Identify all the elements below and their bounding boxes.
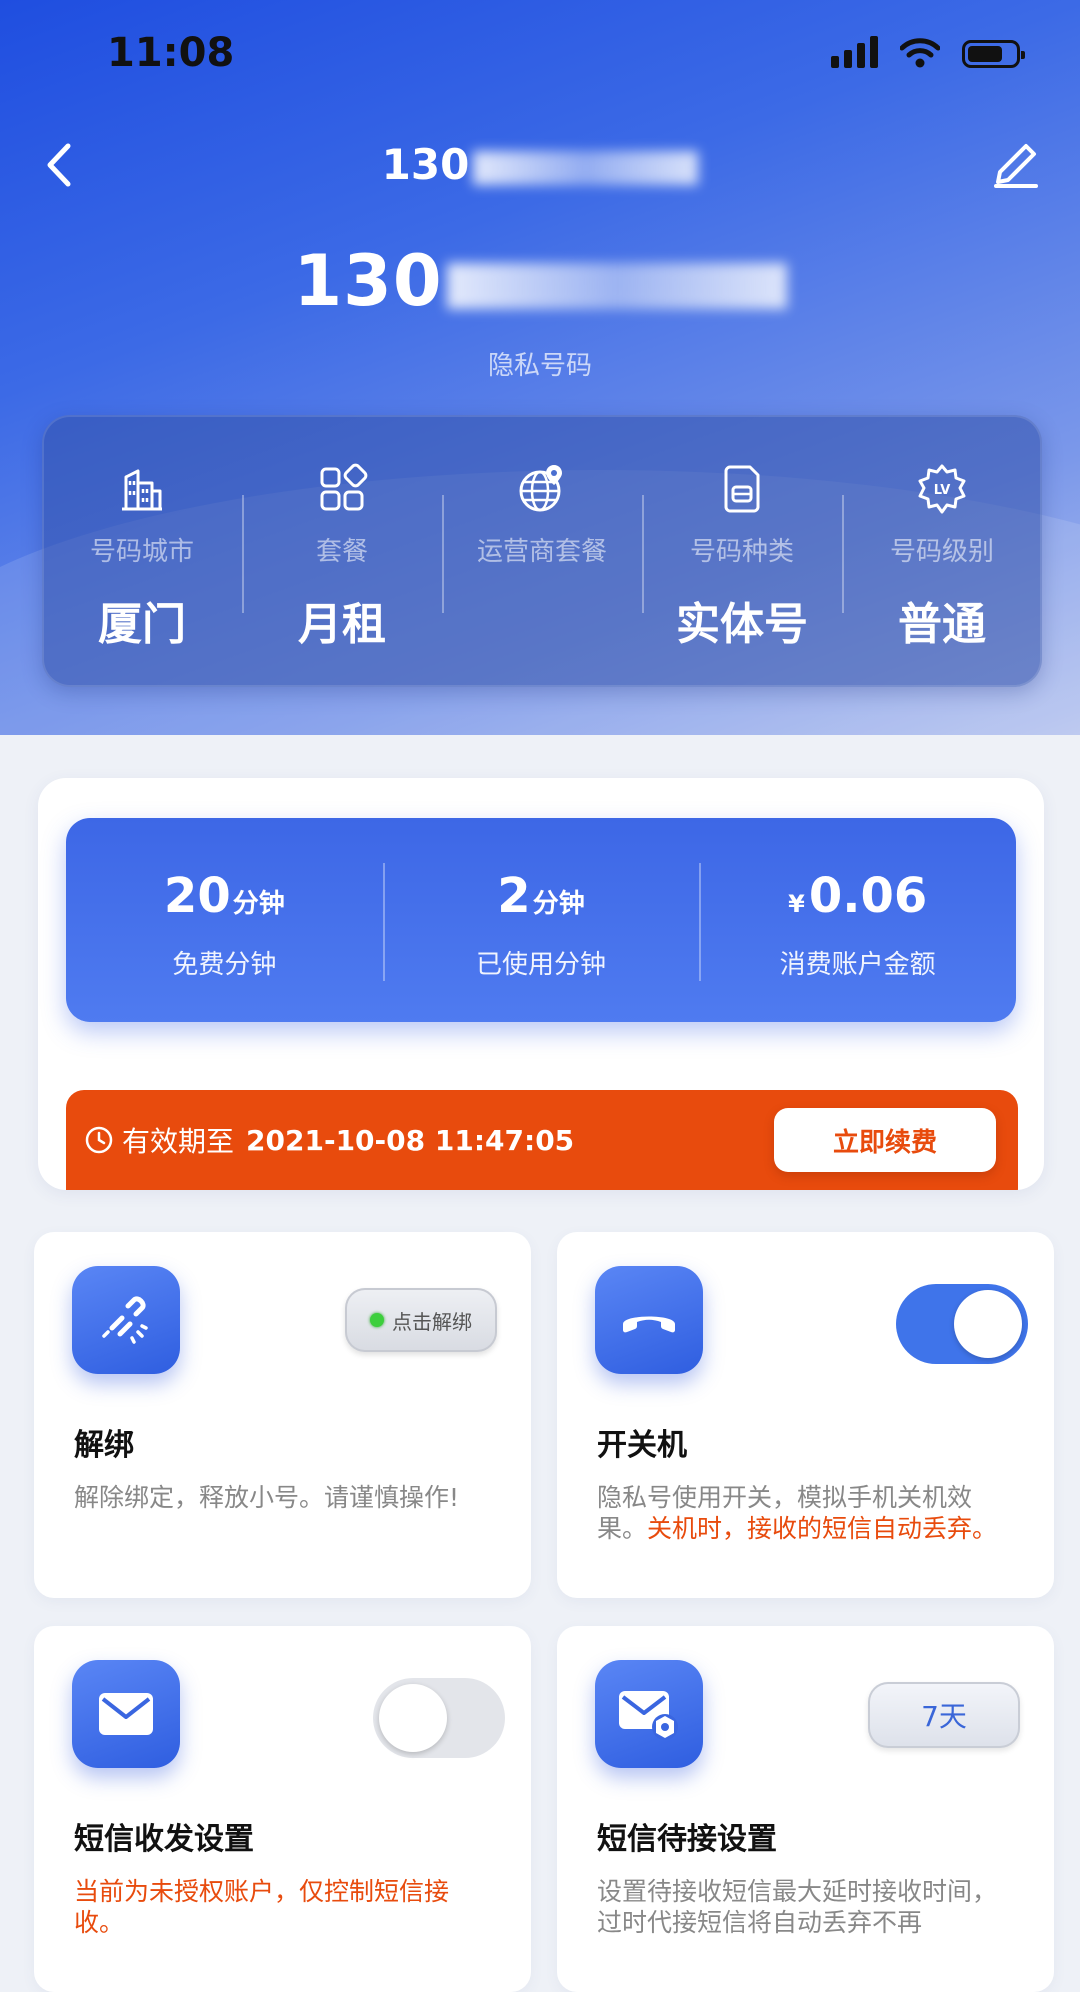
privacy-number-label: 隐私号码 bbox=[487, 351, 592, 381]
masked-number-large bbox=[446, 262, 787, 309]
usage-stats: 20分钟 免费分钟 2分钟 已使用分钟 ¥0.06 消费账户金额 bbox=[66, 818, 1016, 1022]
stat-used-minutes-value-wrap: 2分钟 bbox=[497, 868, 584, 924]
sms-pending-icon-tile bbox=[595, 1660, 703, 1768]
renew-button[interactable]: 立即续费 bbox=[774, 1108, 996, 1172]
toggle-knob bbox=[379, 1684, 447, 1752]
stat-balance-label: 消费账户金额 bbox=[779, 950, 936, 980]
toggle-knob bbox=[954, 1290, 1022, 1358]
info-level-label: 号码级别 bbox=[889, 537, 994, 567]
stat-free-minutes-unit: 分钟 bbox=[232, 889, 285, 919]
sms-warning: 当前为未授权账户，仅控制短信接收。 bbox=[74, 1877, 450, 1937]
unbind-description: 解除绑定，释放小号。请谨慎操作! bbox=[74, 1483, 460, 1512]
building-icon bbox=[122, 469, 162, 511]
package-grid-icon bbox=[320, 463, 368, 511]
info-package-label: 套餐 bbox=[315, 537, 368, 567]
sim-card-icon bbox=[724, 465, 760, 513]
sms-title: 短信收发设置 bbox=[74, 1822, 254, 1857]
expiry-label: 有效期至 bbox=[122, 1125, 235, 1158]
battery-icon bbox=[962, 40, 1025, 68]
envelope-settings-icon bbox=[619, 1691, 678, 1740]
number-info-panel: 号码城市 厦门 套餐 月租 运营商套餐 号码种类 实体号 LV 号码级别 普通 bbox=[42, 415, 1042, 687]
stat-free-minutes-value: 20 bbox=[163, 868, 231, 924]
nav-title: 130 bbox=[0, 140, 1080, 189]
stat-free-minutes-value-wrap: 20分钟 bbox=[164, 868, 285, 924]
unbind-button[interactable]: 点击解绑 bbox=[345, 1288, 497, 1352]
unbind-title: 解绑 bbox=[74, 1428, 134, 1463]
stat-balance-value-wrap: ¥0.06 bbox=[788, 868, 927, 924]
globe-pin-icon bbox=[519, 465, 562, 512]
wifi-icon bbox=[900, 38, 940, 68]
sms-icon-tile bbox=[72, 1660, 180, 1768]
privacy-number-prefix: 130 bbox=[293, 240, 443, 322]
stat-balance-currency: ¥ bbox=[788, 890, 805, 918]
envelope-icon bbox=[99, 1693, 153, 1735]
power-icon-tile bbox=[595, 1266, 703, 1374]
unbind-icon-tile bbox=[72, 1266, 180, 1374]
power-description: 隐私号使用开关，模拟手机关机效果。关机时，接收的短信自动丢弃。 bbox=[597, 1482, 1014, 1544]
stat-used-minutes-unit: 分钟 bbox=[532, 889, 585, 919]
power-toggle[interactable] bbox=[896, 1284, 1028, 1364]
info-city: 号码城市 厦门 bbox=[42, 415, 242, 687]
level-badge-icon: LV bbox=[918, 464, 966, 514]
svg-text:LV: LV bbox=[934, 483, 951, 498]
stat-balance-value: 0.06 bbox=[808, 868, 928, 924]
pending-days-selector[interactable]: 7天 bbox=[868, 1682, 1020, 1748]
info-city-value: 厦门 bbox=[98, 599, 186, 650]
info-type-label: 号码种类 bbox=[689, 537, 794, 567]
stat-used-minutes-value: 2 bbox=[497, 868, 531, 924]
info-number-type: 号码种类 实体号 bbox=[642, 415, 842, 687]
power-warning: 关机时，接收的短信自动丢弃。 bbox=[647, 1514, 998, 1543]
clock-icon bbox=[85, 1126, 113, 1154]
expiry-bar: 有效期至 2021-10-08 11:47:05 立即续费 bbox=[66, 1090, 1018, 1190]
sms-toggle[interactable] bbox=[373, 1678, 505, 1758]
info-level-value: 普通 bbox=[898, 599, 986, 650]
phone-hangup-icon bbox=[623, 1316, 675, 1333]
usage-card: 20分钟 免费分钟 2分钟 已使用分钟 ¥0.06 消费账户金额 有效期至 20… bbox=[38, 778, 1044, 1190]
stat-used-minutes-label: 已使用分钟 bbox=[476, 950, 607, 980]
info-carrier-package: 运营商套餐 bbox=[442, 415, 642, 687]
signal-icon bbox=[831, 36, 878, 68]
feature-sms-pending: 7天 短信待接设置 设置待接收短信最大延时接收时间，过时代接短信将自动丢弃不再 bbox=[557, 1626, 1054, 1992]
pending-description: 设置待接收短信最大延时接收时间，过时代接短信将自动丢弃不再 bbox=[597, 1877, 998, 1937]
stat-used-minutes: 2分钟 已使用分钟 bbox=[382, 818, 700, 1022]
stat-balance[interactable]: ¥0.06 消费账户金额 bbox=[699, 818, 1016, 1022]
pending-title: 短信待接设置 bbox=[597, 1822, 777, 1857]
info-city-label: 号码城市 bbox=[89, 537, 194, 567]
info-package: 套餐 月租 bbox=[242, 415, 442, 687]
stat-free-minutes: 20分钟 免费分钟 bbox=[66, 818, 383, 1022]
status-time: 11:08 bbox=[107, 30, 235, 76]
expiry-date: 2021-10-08 11:47:05 bbox=[246, 1123, 575, 1157]
feature-unbind: 点击解绑 解绑 解除绑定，释放小号。请谨慎操作! bbox=[34, 1232, 531, 1598]
status-icons bbox=[831, 36, 1025, 68]
status-dot bbox=[370, 1313, 384, 1327]
info-carrier-label: 运营商套餐 bbox=[476, 537, 607, 567]
power-title: 开关机 bbox=[597, 1428, 687, 1463]
stat-free-minutes-label: 免费分钟 bbox=[172, 950, 277, 980]
unbind-button-label: 点击解绑 bbox=[392, 1309, 472, 1334]
unlink-icon bbox=[102, 1296, 148, 1344]
nav-title-prefix: 130 bbox=[381, 140, 470, 189]
feature-power: 开关机 隐私号使用开关，模拟手机关机效果。关机时，接收的短信自动丢弃。 bbox=[557, 1232, 1054, 1598]
info-package-value: 月租 bbox=[298, 599, 386, 650]
info-number-level: LV 号码级别 普通 bbox=[842, 415, 1042, 687]
edit-pencil-icon[interactable] bbox=[988, 136, 1044, 192]
privacy-number: 130 bbox=[0, 240, 1080, 322]
masked-number bbox=[473, 150, 699, 185]
feature-sms-settings: 短信收发设置 当前为未授权账户，仅控制短信接收。 bbox=[34, 1626, 531, 1992]
header-hero: 11:08 130 130 隐私号码 号码城市 厦门 套餐 月租 运营商套餐 号… bbox=[0, 0, 1080, 735]
info-type-value: 实体号 bbox=[676, 599, 808, 650]
